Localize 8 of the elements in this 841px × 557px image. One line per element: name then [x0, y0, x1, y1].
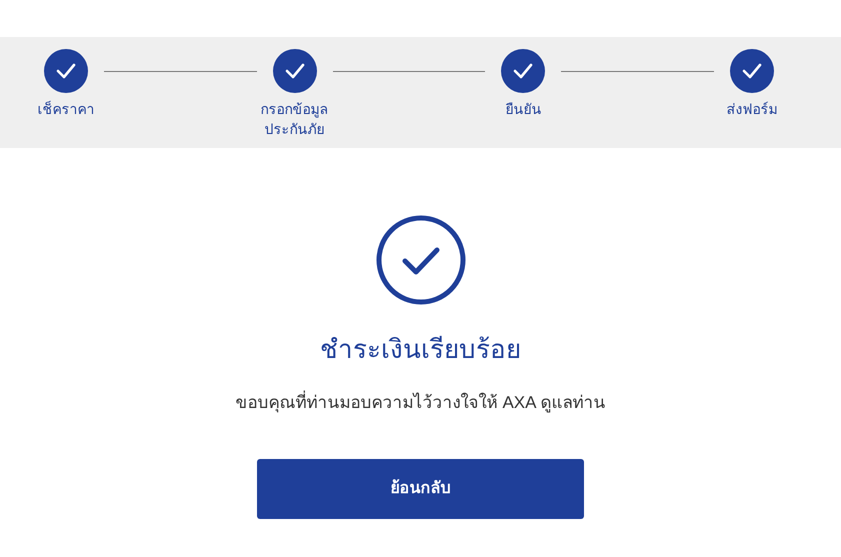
thank-you-message: ขอบคุณที่ท่านมอบความไว้วางใจให้ AXA ดูแลท่าน	[236, 391, 606, 415]
step-label: เช็คราคา	[36, 100, 96, 119]
step-label: กรอกข้อมูล ประกันภัย	[260, 100, 330, 139]
check-circle-icon	[376, 215, 466, 305]
step-label: ยืนยัน	[504, 100, 542, 119]
success-title: ชำระเงินเรียบร้อย	[320, 333, 521, 365]
step-label: ส่งฟอร์ม	[726, 100, 779, 119]
back-button[interactable]: ย้อนกลับ	[257, 459, 584, 519]
